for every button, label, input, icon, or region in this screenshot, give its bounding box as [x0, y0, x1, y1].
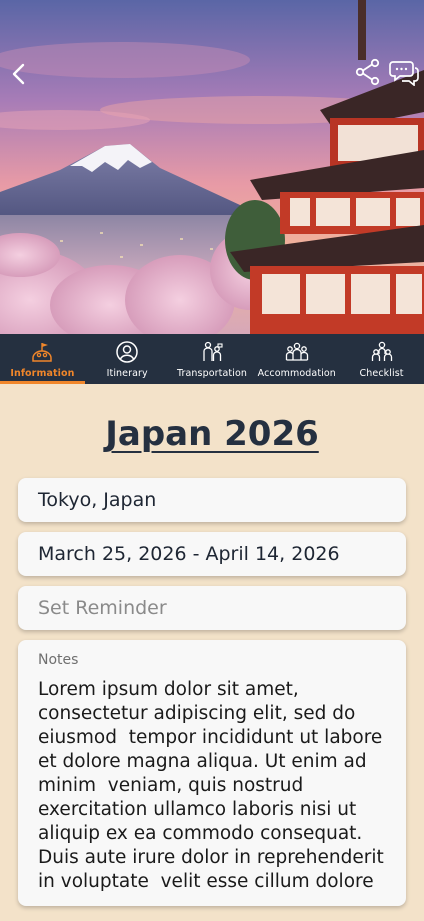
tab-label: Checklist: [359, 368, 404, 379]
group-icon: [285, 340, 309, 364]
back-button[interactable]: [2, 56, 36, 92]
share-button[interactable]: [350, 54, 386, 90]
trip-tab-bar: Information Itinerary Transportation Acc…: [0, 334, 424, 384]
person-circle-icon: [115, 340, 139, 364]
notes-label: Notes: [38, 652, 79, 668]
travel-people-icon: [200, 340, 224, 364]
tab-label: Information: [10, 368, 75, 379]
notes-card[interactable]: Notes Lorem ipsum dolor sit amet, consec…: [18, 640, 406, 906]
notes-text[interactable]: Lorem ipsum dolor sit amet, consectetur …: [38, 678, 396, 894]
tab-checklist[interactable]: Checklist: [339, 334, 424, 384]
tab-information[interactable]: Information: [0, 334, 85, 384]
tab-itinerary[interactable]: Itinerary: [85, 334, 170, 384]
explorer-icon: [30, 340, 54, 364]
team-icon: [370, 340, 394, 364]
chat-bubbles-icon: [389, 61, 419, 86]
tab-transportation[interactable]: Transportation: [170, 334, 255, 384]
tab-label: Accommodation: [257, 368, 336, 379]
hero-image: [0, 0, 424, 334]
dates-field[interactable]: March 25, 2026 - April 14, 2026: [18, 532, 406, 576]
share-icon: [355, 58, 380, 86]
mount-fuji-pagoda-illustration: [0, 0, 424, 334]
location-field[interactable]: Tokyo, Japan: [18, 478, 406, 522]
chevron-left-icon: [12, 63, 25, 85]
chat-button[interactable]: [386, 54, 422, 90]
trip-title: Japan 2026: [105, 414, 319, 454]
tab-label: Itinerary: [106, 368, 148, 379]
set-reminder-field[interactable]: Set Reminder: [18, 586, 406, 630]
tab-accommodation[interactable]: Accommodation: [254, 334, 339, 384]
tab-label: Transportation: [176, 368, 247, 379]
